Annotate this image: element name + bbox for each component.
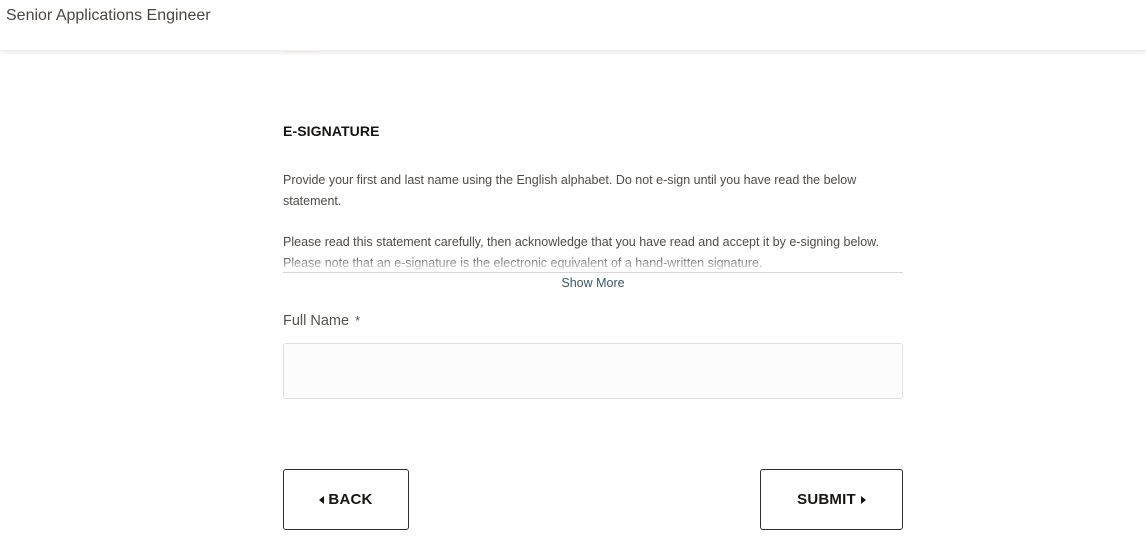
back-button-label: BACK: [328, 491, 373, 508]
full-name-label: Full Name *: [283, 313, 360, 329]
job-title: Senior Applications Engineer: [6, 7, 211, 24]
submit-button[interactable]: SUBMIT: [760, 469, 903, 530]
full-name-input[interactable]: [283, 343, 903, 399]
section-title: E-SIGNATURE: [283, 123, 380, 139]
caret-right-icon: [860, 495, 866, 504]
required-asterisk: *: [355, 313, 361, 328]
show-more-link[interactable]: Show More: [283, 276, 903, 290]
progress-indicator: [283, 50, 319, 53]
submit-button-label: SUBMIT: [797, 491, 856, 508]
back-button[interactable]: BACK: [283, 469, 409, 530]
statement-fade: [283, 256, 903, 272]
top-bar: Senior Applications Engineer: [0, 0, 1146, 51]
instruction-text: Provide your first and last name using t…: [283, 173, 857, 208]
caret-left-icon: [319, 495, 325, 504]
statement-container: Provide your first and last name using t…: [283, 170, 903, 273]
full-name-label-text: Full Name: [283, 313, 350, 329]
